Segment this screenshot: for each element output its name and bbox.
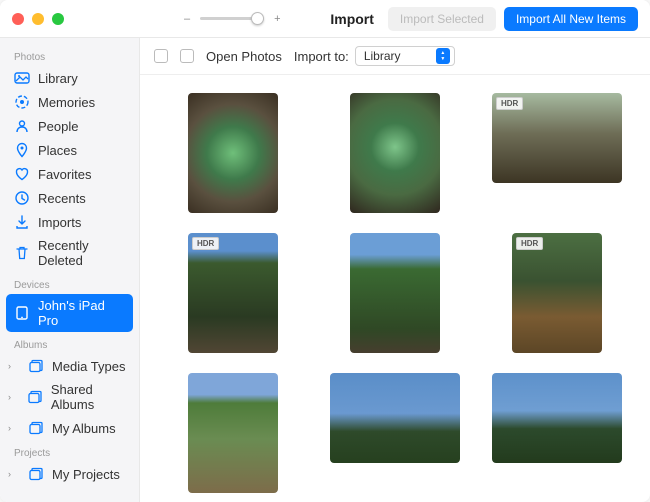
main-content: Open Photos Import to: Library HDR HDR HDR bbox=[139, 38, 650, 502]
close-window-button[interactable] bbox=[12, 13, 24, 25]
sidebar-item-people[interactable]: People bbox=[0, 114, 139, 138]
photo-thumbnail[interactable] bbox=[188, 373, 278, 493]
sidebar-item-recently-deleted[interactable]: Recently Deleted bbox=[0, 234, 139, 272]
sidebar-item-shared-albums[interactable]: › Shared Albums bbox=[0, 378, 139, 416]
photo-thumbnail[interactable] bbox=[350, 93, 440, 213]
sidebar-item-media-types[interactable]: › Media Types bbox=[0, 354, 139, 378]
memories-icon bbox=[14, 94, 30, 110]
select-all-checkbox[interactable] bbox=[154, 49, 168, 63]
import-heading: Import bbox=[330, 11, 374, 27]
minimize-window-button[interactable] bbox=[32, 13, 44, 25]
photo-thumbnail[interactable] bbox=[330, 373, 460, 463]
open-photos-label: Open Photos bbox=[206, 49, 282, 64]
album-icon bbox=[27, 389, 43, 405]
photo-thumbnail[interactable]: HDR bbox=[512, 233, 602, 353]
titlebar: – + Import Import Selected Import All Ne… bbox=[0, 0, 650, 38]
people-icon bbox=[14, 118, 30, 134]
import-toolbar: Open Photos Import to: Library bbox=[140, 38, 650, 75]
trash-icon bbox=[14, 245, 30, 261]
photo-thumbnail[interactable]: HDR bbox=[188, 233, 278, 353]
import-to-value: Library bbox=[364, 49, 401, 63]
sidebar-item-label: Recently Deleted bbox=[38, 238, 129, 268]
sidebar-item-label: Imports bbox=[38, 215, 81, 230]
hdr-badge: HDR bbox=[496, 97, 523, 110]
photo-thumbnail[interactable] bbox=[492, 373, 622, 463]
hdr-badge: HDR bbox=[192, 237, 219, 250]
sidebar-item-favorites[interactable]: Favorites bbox=[0, 162, 139, 186]
recents-icon bbox=[14, 190, 30, 206]
chevron-right-icon: › bbox=[8, 361, 18, 371]
maximize-window-button[interactable] bbox=[52, 13, 64, 25]
sidebar-section-projects: Projects bbox=[0, 440, 139, 462]
album-icon bbox=[28, 358, 44, 374]
sidebar-item-label: Places bbox=[38, 143, 77, 158]
import-all-button[interactable]: Import All New Items bbox=[504, 7, 638, 31]
sidebar-item-my-albums[interactable]: › My Albums bbox=[0, 416, 139, 440]
zoom-slider[interactable]: – + bbox=[184, 13, 281, 25]
sidebar-item-label: My Projects bbox=[52, 467, 120, 482]
zoom-out-icon: – bbox=[184, 13, 190, 25]
zoom-slider-thumb[interactable] bbox=[251, 12, 264, 25]
photo-thumbnail[interactable] bbox=[188, 93, 278, 213]
sidebar-item-label: Favorites bbox=[38, 167, 91, 182]
photo-thumbnail[interactable] bbox=[350, 233, 440, 353]
sidebar-item-label: Media Types bbox=[52, 359, 125, 374]
sidebar-item-label: Library bbox=[38, 71, 78, 86]
favorites-icon bbox=[14, 166, 30, 182]
album-icon bbox=[28, 466, 44, 482]
photo-thumbnail[interactable]: HDR bbox=[492, 93, 622, 183]
chevron-right-icon: › bbox=[8, 469, 18, 479]
chevron-right-icon: › bbox=[8, 423, 18, 433]
sidebar-item-label: John's iPad Pro bbox=[38, 298, 123, 328]
sidebar-item-recents[interactable]: Recents bbox=[0, 186, 139, 210]
sidebar-item-label: People bbox=[38, 119, 78, 134]
sidebar-item-label: Shared Albums bbox=[51, 382, 129, 412]
select-arrows-icon bbox=[436, 48, 450, 64]
import-to-label: Import to: bbox=[294, 49, 349, 64]
hdr-badge: HDR bbox=[516, 237, 543, 250]
album-icon bbox=[28, 420, 44, 436]
photo-grid: HDR HDR HDR bbox=[140, 75, 650, 502]
sidebar-section-photos: Photos bbox=[0, 44, 139, 66]
import-selected-button: Import Selected bbox=[388, 7, 496, 31]
import-to-select[interactable]: Library bbox=[355, 46, 455, 66]
zoom-slider-track[interactable] bbox=[200, 17, 264, 20]
sidebar-item-label: Recents bbox=[38, 191, 86, 206]
library-icon bbox=[14, 70, 30, 86]
sidebar-item-memories[interactable]: Memories bbox=[0, 90, 139, 114]
sidebar-section-albums: Albums bbox=[0, 332, 139, 354]
sidebar-item-label: My Albums bbox=[52, 421, 116, 436]
places-icon bbox=[14, 142, 30, 158]
chevron-right-icon: › bbox=[8, 392, 17, 402]
sidebar-item-library[interactable]: Library bbox=[0, 66, 139, 90]
sidebar-item-device-ipad[interactable]: John's iPad Pro bbox=[6, 294, 133, 332]
open-photos-checkbox[interactable] bbox=[180, 49, 194, 63]
device-icon bbox=[14, 305, 30, 321]
photos-app-window: – + Import Import Selected Import All Ne… bbox=[0, 0, 650, 502]
sidebar-item-my-projects[interactable]: › My Projects bbox=[0, 462, 139, 486]
sidebar: Photos Library Memories People bbox=[0, 38, 139, 502]
zoom-in-icon: + bbox=[274, 13, 280, 25]
sidebar-item-places[interactable]: Places bbox=[0, 138, 139, 162]
sidebar-item-label: Memories bbox=[38, 95, 95, 110]
sidebar-item-imports[interactable]: Imports bbox=[0, 210, 139, 234]
imports-icon bbox=[14, 214, 30, 230]
window-controls bbox=[12, 13, 64, 25]
sidebar-section-devices: Devices bbox=[0, 272, 139, 294]
